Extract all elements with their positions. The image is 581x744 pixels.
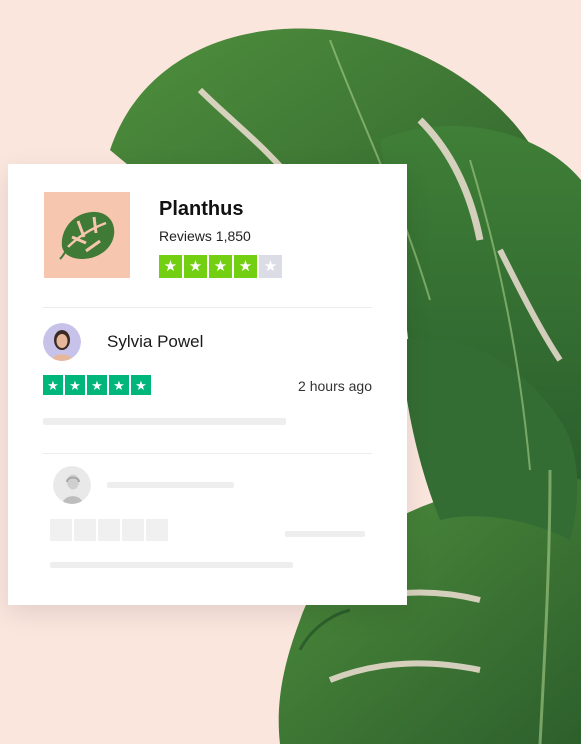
divider bbox=[43, 453, 372, 454]
business-review-count: Reviews 1,850 bbox=[159, 228, 251, 244]
placeholder-star bbox=[146, 519, 168, 541]
divider bbox=[43, 307, 372, 308]
review-text-placeholder bbox=[43, 418, 286, 425]
reviewer-name[interactable]: Sylvia Powel bbox=[107, 332, 203, 352]
placeholder-name bbox=[107, 482, 234, 488]
star-icon: ★ bbox=[259, 255, 282, 278]
business-name[interactable]: Planthus bbox=[159, 198, 243, 221]
star-icon: ★ bbox=[65, 375, 85, 395]
placeholder-timestamp bbox=[285, 531, 365, 537]
star-icon: ★ bbox=[159, 255, 182, 278]
monstera-leaf-icon bbox=[59, 211, 115, 260]
placeholder-star bbox=[74, 519, 96, 541]
placeholder-star bbox=[122, 519, 144, 541]
placeholder-star bbox=[98, 519, 120, 541]
business-logo bbox=[44, 192, 130, 278]
star-icon: ★ bbox=[109, 375, 129, 395]
business-rating-stars: ★ ★ ★ ★ ★ bbox=[159, 255, 282, 278]
star-icon: ★ bbox=[131, 375, 151, 395]
star-icon: ★ bbox=[184, 255, 207, 278]
star-icon: ★ bbox=[234, 255, 257, 278]
star-icon: ★ bbox=[43, 375, 63, 395]
star-icon: ★ bbox=[209, 255, 232, 278]
placeholder-reviewer-avatar bbox=[53, 466, 91, 504]
review-rating-stars: ★ ★ ★ ★ ★ bbox=[43, 375, 151, 395]
placeholder-review-text bbox=[50, 562, 293, 568]
review-timestamp: 2 hours ago bbox=[298, 378, 372, 394]
placeholder-star bbox=[50, 519, 72, 541]
review-card: Planthus Reviews 1,850 ★ ★ ★ ★ ★ Sylvia Powe… bbox=[8, 164, 407, 605]
star-icon: ★ bbox=[87, 375, 107, 395]
reviewer-avatar bbox=[43, 323, 81, 361]
